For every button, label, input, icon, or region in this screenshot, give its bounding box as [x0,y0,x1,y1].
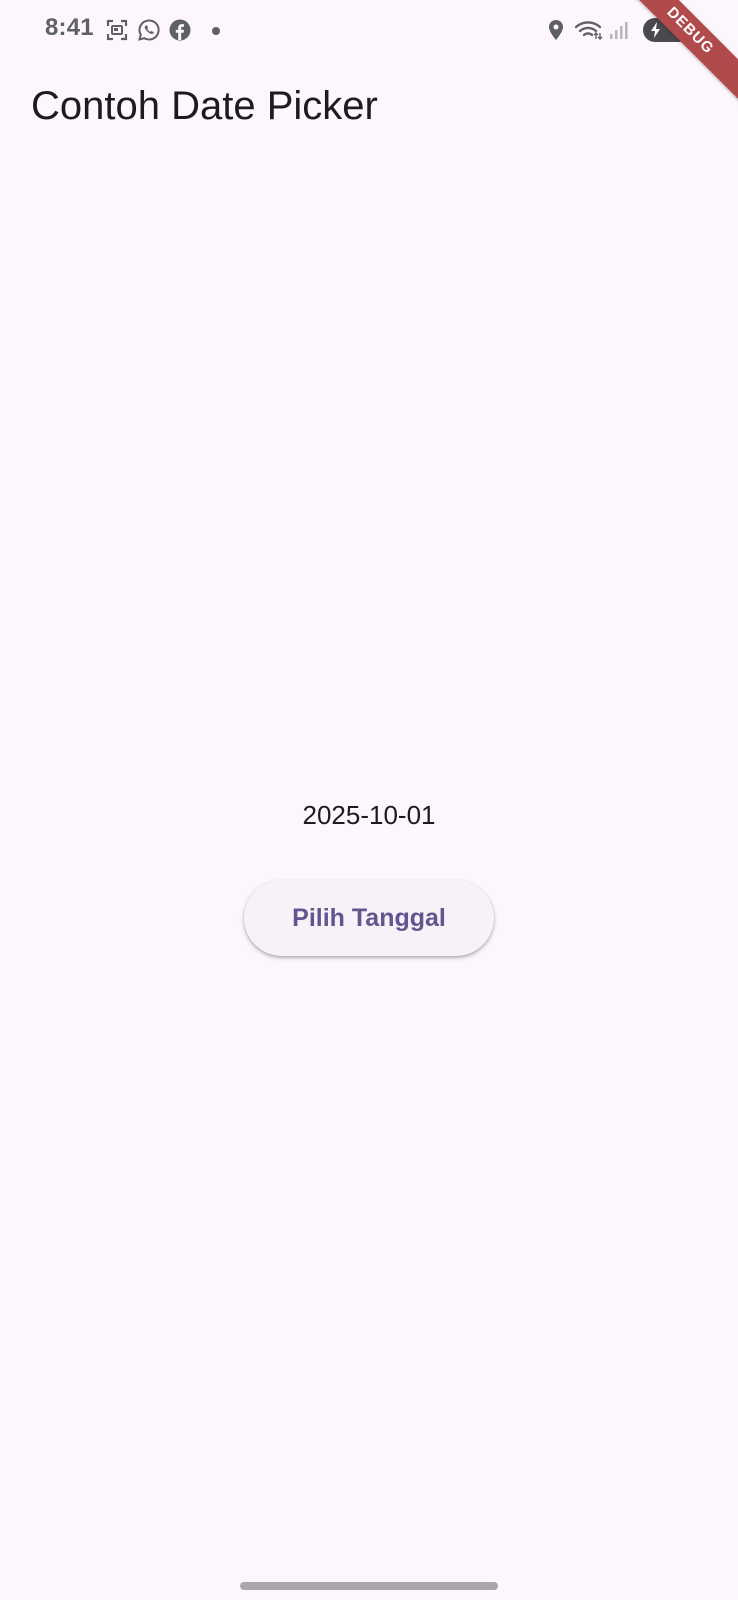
screenshot-icon [106,19,128,41]
whatsapp-icon [138,19,160,41]
status-time: 8:41 [45,14,94,41]
app-bar: Contoh Date Picker [0,62,738,152]
main-content: 2025-10-01 Pilih Tanggal [0,152,738,1572]
wifi-icon [574,21,603,40]
pick-date-button[interactable]: Pilih Tanggal [244,880,494,956]
status-bar: 8:41 [0,0,738,62]
notification-dot-icon [212,27,220,35]
page-title: Contoh Date Picker [31,84,378,128]
selected-date-text: 2025-10-01 [302,800,436,830]
facebook-icon [169,19,191,41]
location-icon [549,20,563,40]
home-indicator[interactable] [240,1582,498,1590]
signal-icon [610,22,628,39]
